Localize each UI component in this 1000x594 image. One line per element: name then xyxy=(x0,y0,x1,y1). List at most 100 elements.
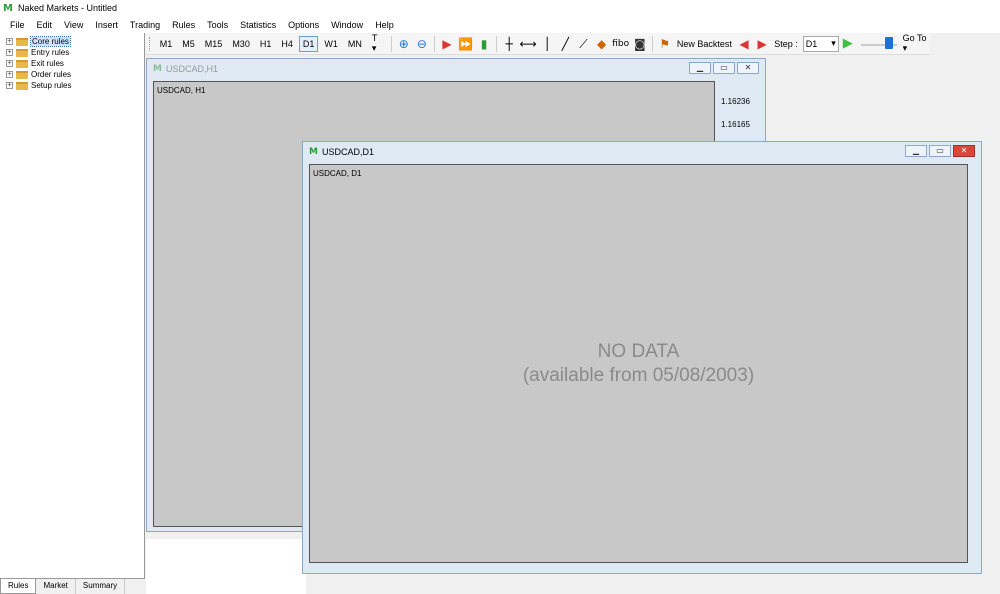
no-data-message: NO DATA xyxy=(597,341,680,362)
naked-markets-logo-icon: M xyxy=(3,2,13,14)
timeframe-m30-button[interactable]: M30 xyxy=(228,36,254,52)
step-select[interactable]: D1 ▾ xyxy=(802,35,839,52)
crosshair-icon[interactable]: ┼ xyxy=(502,36,516,52)
goto-label: Go To xyxy=(902,33,927,43)
timeframe-h1-button[interactable]: H1 xyxy=(256,36,276,52)
step-label: Step : xyxy=(774,38,798,49)
timeframe-w1-button[interactable]: W1 xyxy=(320,36,342,52)
goto-dropdown[interactable]: Go To ▾ xyxy=(903,33,930,54)
no-data-availability: (available from 05/08/2003) xyxy=(522,365,755,386)
toolbar-separator xyxy=(651,35,653,52)
tree-item-entry-rules[interactable]: + Entry rules xyxy=(0,47,144,58)
shapes-dropdown-icon[interactable]: ◆ xyxy=(595,36,609,52)
tree-item-order-rules[interactable]: + Order rules xyxy=(0,69,144,80)
vertical-line-icon[interactable]: │ xyxy=(540,36,554,52)
chart-shift-icon[interactable]: ▶ xyxy=(440,36,454,52)
window-title: USDCAD,H1 xyxy=(165,64,218,74)
chart-canvas[interactable]: USDCAD, D1 NO DATA (available from 05/08… xyxy=(309,164,968,563)
expand-icon[interactable]: + xyxy=(6,49,13,56)
expand-icon[interactable]: + xyxy=(6,82,13,89)
chart-logo-icon: M xyxy=(309,147,318,157)
timeframe-m15-button[interactable]: M15 xyxy=(201,36,227,52)
new-backtest-icon[interactable]: ⚑ xyxy=(658,36,672,52)
window-controls: ▁ ▭ ✕ xyxy=(687,62,759,74)
expand-icon[interactable]: + xyxy=(6,38,13,45)
template-label: T xyxy=(371,33,378,43)
menu-insert[interactable]: Insert xyxy=(89,20,124,30)
menu-help[interactable]: Help xyxy=(369,20,400,30)
step-forward-icon[interactable]: ▶ xyxy=(755,36,769,52)
chevron-down-icon: ▾ xyxy=(831,38,836,48)
close-icon[interactable]: ✕ xyxy=(953,145,975,157)
toolbar-separator xyxy=(433,35,435,52)
timeframe-h4-button[interactable]: H4 xyxy=(277,36,297,52)
timeframe-d1-button[interactable]: D1 xyxy=(298,35,319,52)
chart-window-usdcad-d1[interactable]: M USDCAD,D1 ▁ ▭ ✕ USDCAD, D1 NO DATA (av… xyxy=(302,141,982,574)
rules-panel: + Core rules + Entry rules + Exit rules … xyxy=(0,33,145,594)
tab-summary[interactable]: Summary xyxy=(76,579,126,594)
tree-item-label: Entry rules xyxy=(31,48,70,57)
timeframe-mn-button[interactable]: MN xyxy=(344,36,366,52)
menu-view[interactable]: View xyxy=(58,20,89,30)
minimize-icon[interactable]: ▁ xyxy=(689,62,711,74)
chart-logo-icon: M xyxy=(153,64,162,74)
menu-window[interactable]: Window xyxy=(325,20,369,30)
menu-tools[interactable]: Tools xyxy=(201,20,234,30)
tree-item-setup-rules[interactable]: + Setup rules xyxy=(0,80,144,91)
tab-market[interactable]: Market xyxy=(36,579,76,594)
speed-slider[interactable] xyxy=(860,36,897,51)
menu-trading[interactable]: Trading xyxy=(124,20,166,30)
template-dropdown[interactable]: T ▾ xyxy=(368,30,387,57)
menu-options[interactable]: Options xyxy=(282,20,325,30)
speed-slider-handle[interactable] xyxy=(884,36,893,49)
panel-tabs: Rules Market Summary xyxy=(0,578,145,594)
window-title: USDCAD,D1 xyxy=(321,147,374,157)
rules-tree: + Core rules + Entry rules + Exit rules … xyxy=(0,33,144,91)
horizontal-line-icon[interactable]: ⟷ xyxy=(520,36,537,52)
price-axis-label: 1.16236 xyxy=(721,97,750,106)
timeframe-m1-button[interactable]: M1 xyxy=(156,36,177,52)
close-icon[interactable]: ✕ xyxy=(737,62,759,74)
step-back-icon[interactable]: ◀ xyxy=(737,36,751,52)
folder-icon xyxy=(16,81,28,90)
folder-icon xyxy=(16,37,28,46)
minimize-icon[interactable]: ▁ xyxy=(905,145,927,157)
menu-bar: File Edit View Insert Trading Rules Tool… xyxy=(0,16,1000,33)
menu-file[interactable]: File xyxy=(4,20,31,30)
window-titlebar[interactable]: M USDCAD,H1 xyxy=(147,59,765,79)
timeframe-m5-button[interactable]: M5 xyxy=(178,36,199,52)
play-icon[interactable]: ▶ xyxy=(843,36,853,51)
chart-symbol-label: USDCAD, D1 xyxy=(313,169,362,178)
folder-icon xyxy=(16,70,28,79)
price-axis-label: 1.16165 xyxy=(721,120,750,129)
folder-icon xyxy=(16,59,28,68)
menu-statistics[interactable]: Statistics xyxy=(234,20,282,30)
tree-item-label: Exit rules xyxy=(31,59,64,68)
maximize-icon[interactable]: ▭ xyxy=(713,62,735,74)
trendline-icon[interactable]: ╱ xyxy=(558,36,572,52)
tree-item-core-rules[interactable]: + Core rules xyxy=(0,36,144,47)
tree-item-exit-rules[interactable]: + Exit rules xyxy=(0,58,144,69)
camera-icon[interactable]: ◙ xyxy=(633,36,647,52)
workspace-bottom-area xyxy=(146,539,306,594)
window-titlebar[interactable]: M USDCAD,D1 xyxy=(303,142,981,162)
zoom-out-icon[interactable]: ⊖ xyxy=(415,36,429,52)
maximize-icon[interactable]: ▭ xyxy=(929,145,951,157)
expand-icon[interactable]: + xyxy=(6,71,13,78)
zoom-in-icon[interactable]: ⊕ xyxy=(397,36,411,52)
auto-scroll-icon[interactable]: ⏩ xyxy=(458,36,473,52)
window-controls: ▁ ▭ ✕ xyxy=(903,145,975,157)
expand-icon[interactable]: + xyxy=(6,60,13,67)
menu-rules[interactable]: Rules xyxy=(166,20,201,30)
new-backtest-button[interactable]: New Backtest xyxy=(677,39,732,49)
candlestick-icon[interactable]: ▮ xyxy=(477,36,491,52)
app-title: Naked Markets - Untitled xyxy=(17,3,117,13)
ray-line-icon[interactable]: ⟋ xyxy=(576,36,590,52)
toolbar-separator xyxy=(390,35,392,52)
chart-symbol-label: USDCAD, H1 xyxy=(157,86,206,95)
tab-rules[interactable]: Rules xyxy=(0,579,37,594)
toolbar-grip[interactable] xyxy=(149,36,152,51)
folder-icon xyxy=(16,48,28,57)
menu-edit[interactable]: Edit xyxy=(31,20,59,30)
fibonacci-icon[interactable]: fibo xyxy=(612,36,629,52)
